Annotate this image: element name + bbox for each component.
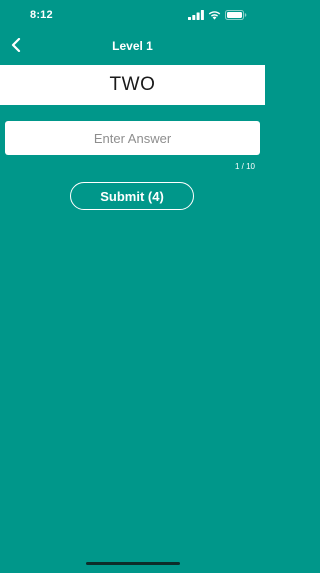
puzzle-word: TWO bbox=[109, 74, 156, 95]
word-panel: TWO bbox=[0, 65, 265, 105]
status-icons bbox=[188, 10, 247, 20]
battery-icon bbox=[225, 10, 247, 20]
home-indicator bbox=[86, 562, 180, 565]
progress-counter: 1 / 10 bbox=[234, 162, 255, 171]
page-title: Level 1 bbox=[112, 39, 153, 53]
status-bar: 8:12 bbox=[0, 0, 265, 30]
submit-button[interactable]: Submit (4) bbox=[70, 182, 194, 210]
wifi-icon bbox=[208, 10, 221, 20]
nav-bar: Level 1 bbox=[0, 30, 265, 64]
answer-input[interactable] bbox=[5, 121, 260, 155]
signal-icon bbox=[188, 10, 204, 20]
status-time: 8:12 bbox=[30, 9, 53, 21]
